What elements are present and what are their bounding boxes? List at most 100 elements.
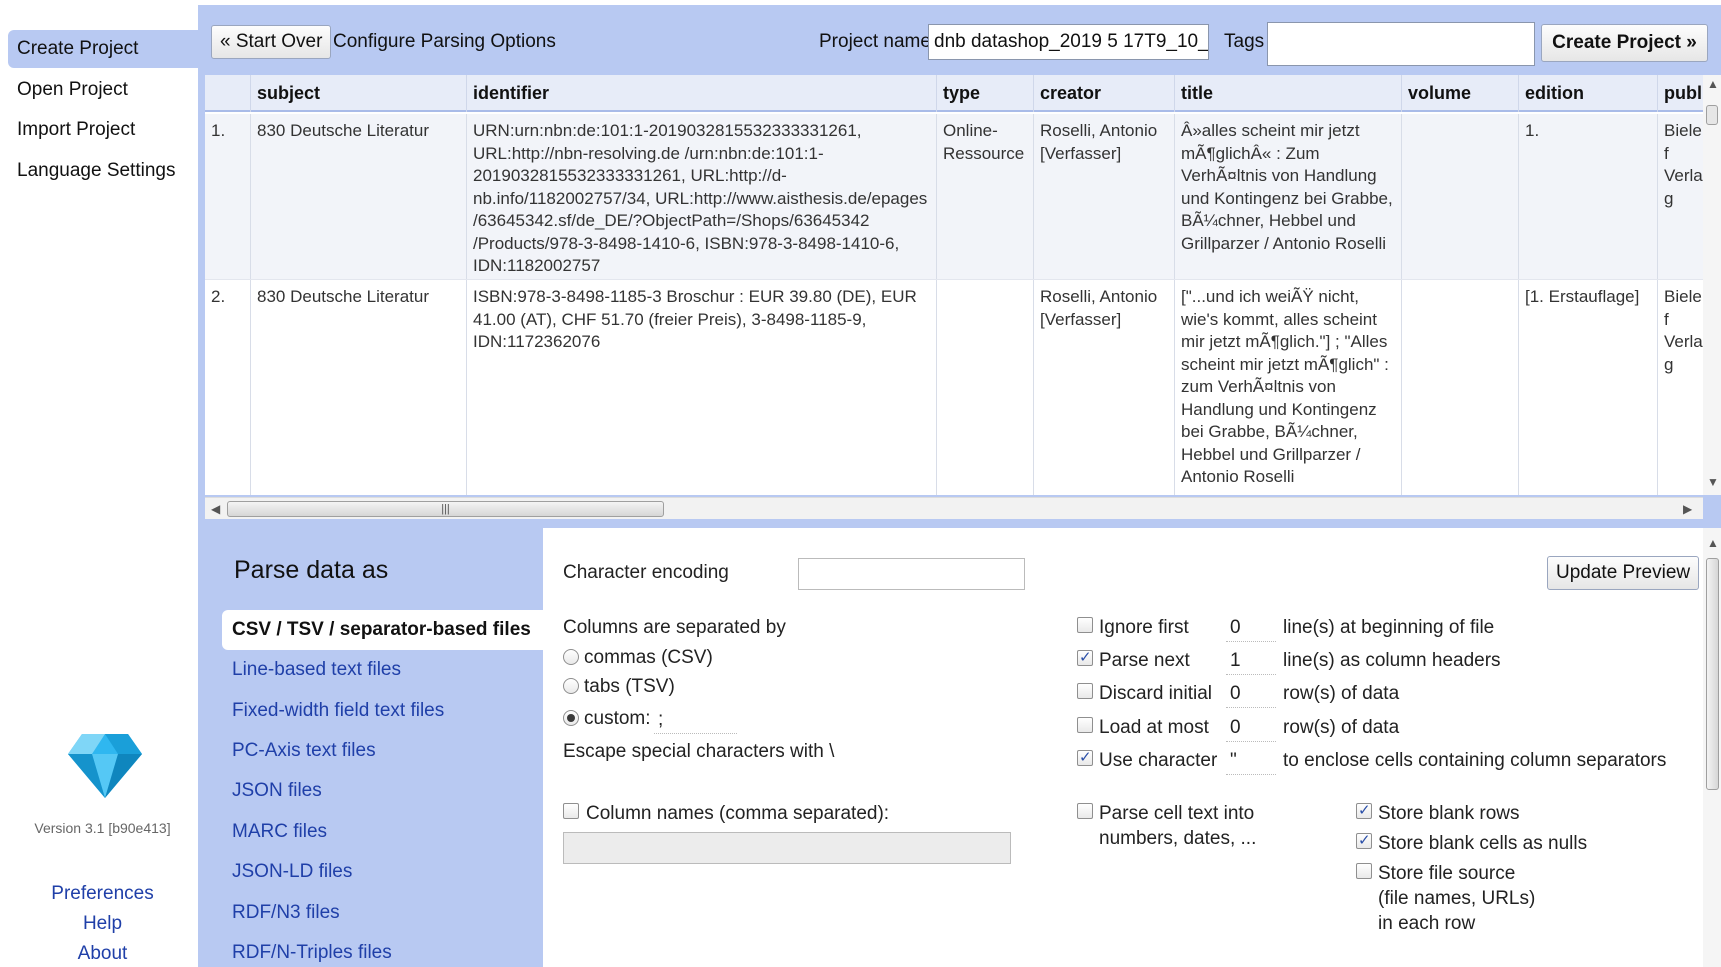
preferences-link[interactable]: Preferences — [0, 883, 205, 905]
store-file-source-label-3: in each row — [1378, 913, 1476, 934]
column-header-subject[interactable]: subject — [250, 75, 466, 112]
column-names-checkbox[interactable] — [563, 803, 579, 819]
use-character-input[interactable]: " — [1226, 747, 1276, 775]
column-header-index — [205, 75, 250, 112]
column-header-creator[interactable]: creator — [1033, 75, 1174, 112]
cell-volume — [1401, 280, 1518, 495]
tags-label: Tags — [1224, 31, 1265, 52]
char-encoding-label: Character encoding — [563, 562, 729, 583]
nav-import-project[interactable]: Import Project — [8, 111, 198, 149]
sidebar: Create Project Open Project Import Proje… — [0, 0, 198, 967]
load-at-most-label: Load at most — [1099, 717, 1209, 738]
format-rdf-ntriples[interactable]: RDF/N-Triples files — [222, 933, 543, 967]
cell-title: ["...und ich weiÃŸ nicht, wie's kommt, a… — [1174, 280, 1401, 495]
table-row: 1. 830 Deutsche Literatur URN:urn:nbn:de… — [205, 114, 1711, 279]
cell-identifier: ISBN:978-3-8498-1185-3 Broschur : EUR 39… — [466, 280, 936, 495]
format-pc-axis[interactable]: PC-Axis text files — [222, 731, 543, 771]
sep-custom-radio[interactable] — [563, 710, 579, 726]
use-character-checkbox[interactable] — [1077, 748, 1093, 766]
scroll-thumb[interactable] — [1706, 105, 1718, 125]
format-csv[interactable]: CSV / TSV / separator-based files — [222, 610, 543, 650]
format-marc[interactable]: MARC files — [222, 812, 543, 852]
scroll-thumb[interactable] — [1706, 558, 1719, 790]
store-file-source-label: Store file source — [1378, 863, 1516, 884]
cell-edition: [1. Erstauflage] — [1518, 280, 1657, 495]
scroll-thumb[interactable]: ||| — [227, 501, 664, 517]
cell-volume — [1401, 114, 1518, 279]
column-header-volume[interactable]: volume — [1401, 75, 1518, 112]
parse-next-label: Parse next — [1099, 650, 1190, 671]
cell-type — [936, 280, 1033, 495]
create-project-button[interactable]: Create Project » — [1541, 24, 1708, 62]
parse-next-input[interactable]: 1 — [1226, 647, 1276, 675]
ignore-first-suffix: line(s) at beginning of file — [1283, 617, 1495, 638]
cell-edition: 1. — [1518, 114, 1657, 279]
cell-creator: Roselli, Antonio [Verfasser] — [1033, 280, 1174, 495]
load-at-most-checkbox[interactable] — [1077, 717, 1093, 733]
start-over-button[interactable]: « Start Over — [211, 25, 332, 59]
nav-create-project[interactable]: Create Project — [8, 30, 198, 68]
scroll-left-icon[interactable]: ◀ — [211, 502, 220, 516]
parse-next-checkbox[interactable] — [1077, 648, 1093, 666]
cell-subject: 830 Deutsche Literatur — [250, 280, 466, 495]
column-header-title[interactable]: title — [1174, 75, 1401, 112]
ignore-first-label: Ignore first — [1099, 617, 1189, 638]
load-at-most-suffix: row(s) of data — [1283, 717, 1400, 738]
ignore-first-input[interactable]: 0 — [1226, 614, 1276, 642]
format-rdf-n3[interactable]: RDF/N3 files — [222, 893, 543, 933]
scroll-down-icon[interactable]: ▼ — [1707, 475, 1719, 489]
tags-input[interactable] — [1267, 22, 1535, 66]
use-character-suffix: to enclose cells containing column separ… — [1283, 750, 1667, 771]
load-at-most-input[interactable]: 0 — [1226, 714, 1276, 742]
format-line-based[interactable]: Line-based text files — [222, 650, 543, 690]
store-blank-nulls-checkbox[interactable] — [1356, 831, 1372, 849]
column-names-label: Column names (comma separated): — [586, 803, 890, 824]
scroll-up-icon[interactable]: ▲ — [1707, 77, 1719, 91]
parse-cell-text-checkbox[interactable] — [1077, 803, 1093, 819]
sep-custom-label: custom: — [584, 708, 651, 729]
parsing-options-panel: Character encoding Update Preview Column… — [543, 528, 1703, 967]
parse-format-panel: Parse data as CSV / TSV / separator-base… — [198, 528, 543, 967]
scroll-up-icon[interactable]: ▲ — [1707, 536, 1719, 550]
table-vertical-scrollbar[interactable]: ▲ ▼ — [1703, 75, 1721, 495]
escape-label: Escape special characters with \ — [563, 741, 835, 762]
version-label: Version 3.1 [b90e413] — [34, 820, 171, 836]
nav-language-settings[interactable]: Language Settings — [8, 152, 198, 190]
store-blank-nulls-label: Store blank cells as nulls — [1378, 833, 1588, 854]
column-header-edition[interactable]: edition — [1518, 75, 1657, 112]
ignore-first-checkbox[interactable] — [1077, 617, 1093, 633]
table-header: subject identifier type creator title vo… — [205, 75, 1711, 112]
scroll-right-icon[interactable]: ▶ — [1683, 502, 1692, 516]
format-json[interactable]: JSON files — [222, 771, 543, 811]
column-names-input[interactable] — [563, 832, 1011, 864]
sep-csv-label: commas (CSV) — [584, 647, 713, 668]
format-fixed-width[interactable]: Fixed-width field text files — [222, 691, 543, 731]
discard-initial-checkbox[interactable] — [1077, 683, 1093, 699]
sep-csv-radio[interactable] — [563, 649, 579, 665]
update-preview-button[interactable]: Update Preview — [1547, 556, 1700, 590]
about-link[interactable]: About — [0, 943, 205, 965]
cell-subject: 830 Deutsche Literatur — [250, 114, 466, 279]
project-name-label: Project name — [819, 31, 931, 52]
project-name-input[interactable]: dnb datashop_2019 5 17T9_10_16 — [928, 24, 1209, 60]
table-horizontal-scrollbar[interactable]: ◀ ||| ▶ — [205, 497, 1703, 519]
cell-creator: Roselli, Antonio [Verfasser] — [1033, 114, 1174, 279]
row-number: 1. — [211, 121, 226, 140]
sep-tsv-label: tabs (TSV) — [584, 676, 675, 697]
help-link[interactable]: Help — [0, 913, 205, 935]
column-header-identifier[interactable]: identifier — [466, 75, 936, 112]
discard-initial-input[interactable]: 0 — [1226, 680, 1276, 708]
store-file-source-label-2: (file names, URLs) — [1378, 888, 1536, 909]
format-json-ld[interactable]: JSON-LD files — [222, 852, 543, 892]
store-blank-rows-checkbox[interactable] — [1356, 801, 1372, 819]
column-header-type[interactable]: type — [936, 75, 1033, 112]
char-encoding-input[interactable] — [798, 558, 1025, 590]
separator-label: Columns are separated by — [563, 617, 786, 638]
nav-open-project[interactable]: Open Project — [8, 71, 198, 109]
store-file-source-checkbox[interactable] — [1356, 863, 1372, 879]
sep-custom-input[interactable]: ; — [654, 706, 737, 734]
page-title: Configure Parsing Options — [333, 31, 556, 52]
options-vertical-scrollbar[interactable]: ▲ — [1703, 528, 1721, 967]
row-number: 2. — [211, 287, 226, 306]
sep-tsv-radio[interactable] — [563, 678, 579, 694]
